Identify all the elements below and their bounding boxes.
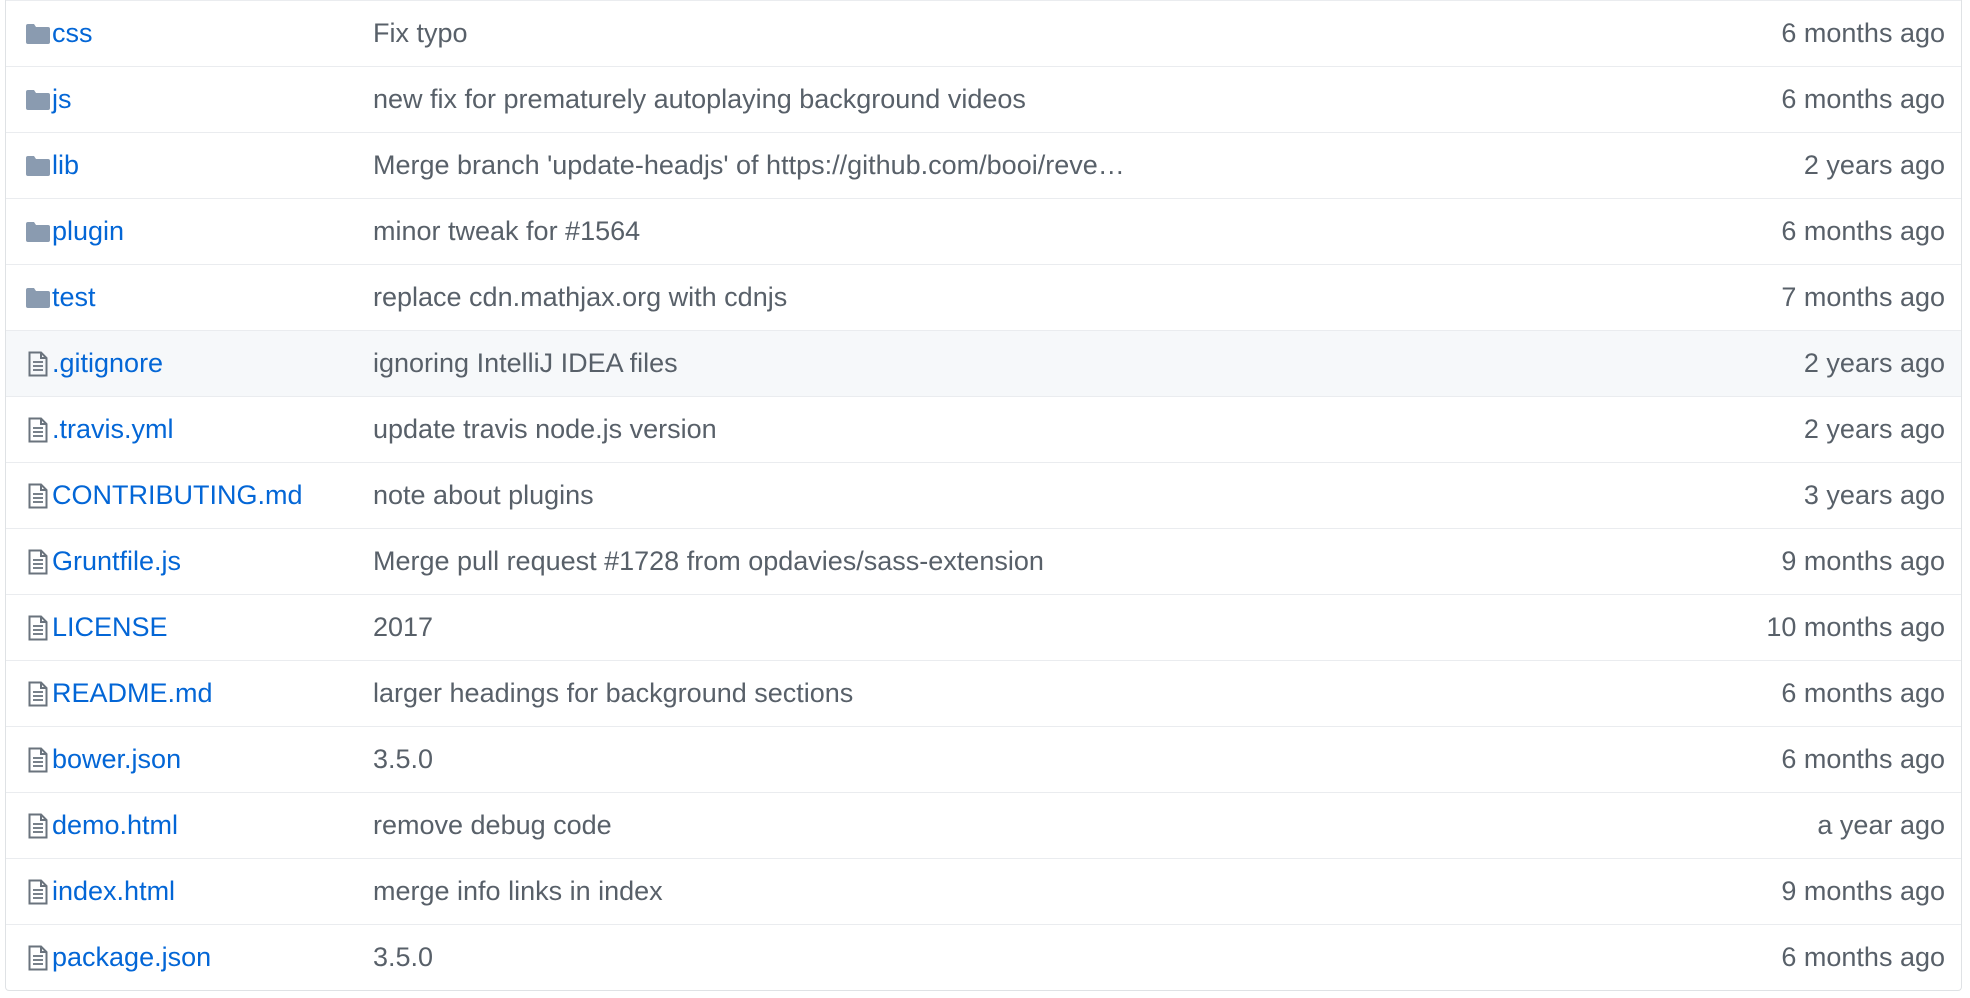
commit-age: 6 months ago	[1781, 18, 1945, 48]
commit-age: 9 months ago	[1781, 546, 1945, 576]
commit-age: 2 years ago	[1803, 414, 1945, 444]
commit-age: 7 months ago	[1781, 282, 1945, 312]
table-row[interactable]: package.json 3.5.0 6 months ago	[6, 924, 1961, 990]
table-row[interactable]: Gruntfile.js Merge pull request #1728 fr…	[6, 528, 1961, 594]
folder-icon	[26, 219, 50, 245]
table-row[interactable]: .gitignore ignoring IntelliJ IDEA files …	[6, 330, 1961, 396]
file-icon	[26, 483, 50, 509]
file-name-link[interactable]: bower.json	[52, 744, 181, 775]
commit-message-link[interactable]: larger headings for background sections	[373, 678, 853, 709]
table-row[interactable]: index.html merge info links in index 9 m…	[6, 858, 1961, 924]
commit-age: 3 years ago	[1803, 480, 1945, 510]
file-name-link[interactable]: package.json	[52, 942, 211, 973]
commit-age: 9 months ago	[1781, 876, 1945, 906]
file-name-link[interactable]: lib	[52, 150, 79, 181]
table-row[interactable]: README.md larger headings for background…	[6, 660, 1961, 726]
commit-message-link[interactable]: remove debug code	[373, 810, 612, 841]
file-name-link[interactable]: LICENSE	[52, 612, 168, 643]
commit-message-link[interactable]: 3.5.0	[373, 744, 433, 775]
commit-age: a year ago	[1817, 810, 1945, 840]
file-icon	[26, 813, 50, 839]
commit-message-link[interactable]: new fix for prematurely autoplaying back…	[373, 84, 1026, 115]
folder-icon	[26, 153, 50, 179]
commit-message-link[interactable]: 2017	[373, 612, 433, 643]
file-icon	[26, 351, 50, 377]
file-name-link[interactable]: CONTRIBUTING.md	[52, 480, 303, 511]
table-row[interactable]: demo.html remove debug code a year ago	[6, 792, 1961, 858]
table-row[interactable]: bower.json 3.5.0 6 months ago	[6, 726, 1961, 792]
file-name-link[interactable]: js	[52, 84, 72, 115]
commit-age: 2 years ago	[1803, 150, 1945, 180]
file-name-link[interactable]: index.html	[52, 876, 175, 907]
table-row[interactable]: .travis.yml update travis node.js versio…	[6, 396, 1961, 462]
folder-icon	[26, 285, 50, 311]
commit-age: 2 years ago	[1803, 348, 1945, 378]
file-icon	[26, 417, 50, 443]
commit-message-link[interactable]: merge info links in index	[373, 876, 663, 907]
table-row[interactable]: css Fix typo 6 months ago	[6, 0, 1961, 66]
folder-icon	[26, 87, 50, 113]
table-row[interactable]: test replace cdn.mathjax.org with cdnjs …	[6, 264, 1961, 330]
commit-age: 6 months ago	[1781, 216, 1945, 246]
table-row[interactable]: plugin minor tweak for #1564 6 months ag…	[6, 198, 1961, 264]
commit-message-link[interactable]: ignoring IntelliJ IDEA files	[373, 348, 678, 379]
file-icon	[26, 747, 50, 773]
commit-age: 6 months ago	[1781, 942, 1945, 972]
commit-message-link[interactable]: Merge branch 'update-headjs' of https://…	[373, 150, 1133, 181]
commit-age: 6 months ago	[1781, 84, 1945, 114]
commit-age: 6 months ago	[1781, 744, 1945, 774]
commit-message-link[interactable]: replace cdn.mathjax.org with cdnjs	[373, 282, 787, 313]
file-icon	[26, 549, 50, 575]
table-row[interactable]: js new fix for prematurely autoplaying b…	[6, 66, 1961, 132]
folder-icon	[26, 21, 50, 47]
commit-message-link[interactable]: Fix typo	[373, 18, 468, 49]
file-icon	[26, 945, 50, 971]
file-name-link[interactable]: .travis.yml	[52, 414, 174, 445]
file-name-link[interactable]: README.md	[52, 678, 213, 709]
file-icon	[26, 879, 50, 905]
file-name-link[interactable]: css	[52, 18, 93, 49]
file-icon	[26, 681, 50, 707]
file-name-link[interactable]: .gitignore	[52, 348, 163, 379]
commit-message-link[interactable]: minor tweak for #1564	[373, 216, 640, 247]
commit-age: 6 months ago	[1781, 678, 1945, 708]
file-list: css Fix typo 6 months ago js new fix for…	[5, 0, 1962, 991]
file-name-link[interactable]: demo.html	[52, 810, 178, 841]
table-row[interactable]: CONTRIBUTING.md note about plugins 3 yea…	[6, 462, 1961, 528]
file-icon	[26, 615, 50, 641]
file-name-link[interactable]: test	[52, 282, 96, 313]
file-name-link[interactable]: Gruntfile.js	[52, 546, 181, 577]
commit-message-link[interactable]: update travis node.js version	[373, 414, 717, 445]
table-row[interactable]: LICENSE 2017 10 months ago	[6, 594, 1961, 660]
table-row[interactable]: lib Merge branch 'update-headjs' of http…	[6, 132, 1961, 198]
commit-age: 10 months ago	[1766, 612, 1945, 642]
commit-message-link[interactable]: 3.5.0	[373, 942, 433, 973]
commit-message-link[interactable]: note about plugins	[373, 480, 594, 511]
file-name-link[interactable]: plugin	[52, 216, 124, 247]
commit-message-link[interactable]: Merge pull request #1728 from opdavies/s…	[373, 546, 1044, 577]
